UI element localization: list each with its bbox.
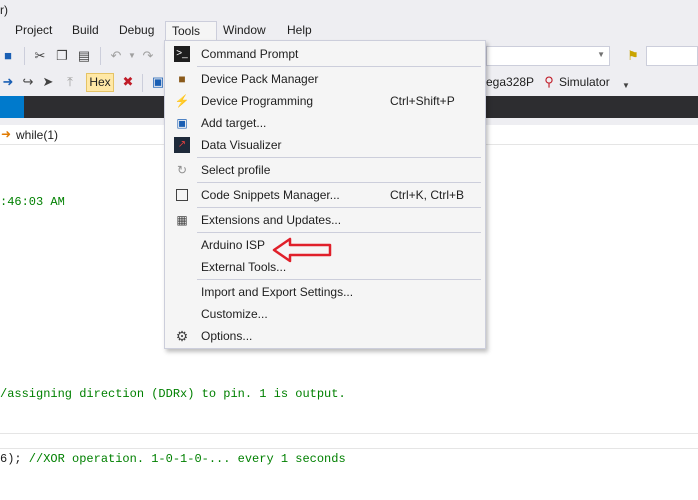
menu-separator [197,207,481,208]
breadcrumb[interactable]: while(1) [16,128,58,142]
hex-label: Hex [89,75,111,89]
toolbar-overflow-icon[interactable]: ▼ [618,78,634,94]
menu-item-shortcut: Ctrl+Shift+P [390,94,455,108]
pointer-icon[interactable]: ➤ [40,74,56,90]
undo-dropdown-icon[interactable]: ▼ [124,48,140,64]
menu-item-label: Select profile [201,163,271,177]
chevron-down-icon: ▼ [597,50,605,59]
line-divider [0,433,698,434]
step-icon[interactable]: ➜ [0,74,16,90]
tools-menu: >_ Command Prompt ■ Device Pack Manager … [164,40,486,349]
toolbar-separator [100,47,101,65]
menu-build[interactable]: Build [72,23,99,37]
menu-item-add-target[interactable]: ▣ Add target... [166,112,484,134]
debugger-label[interactable]: Simulator [559,75,610,89]
find-in-files-icon[interactable]: ⚑ [625,48,641,64]
checkbox-icon [174,187,190,203]
menu-item-device-programming[interactable]: ⚡ Device Programming Ctrl+Shift+P [166,90,484,112]
menu-separator [197,232,481,233]
undo-icon[interactable]: ↶ [108,48,124,64]
save-all-icon[interactable]: ■ [0,48,16,64]
menu-item-extensions-and-updates[interactable]: ▦ Extensions and Updates... [166,209,484,231]
menu-tools[interactable]: Tools [165,21,217,40]
redo-icon[interactable]: ↷ [140,48,156,64]
menu-separator [197,279,481,280]
package-icon: ■ [178,72,186,86]
toolbar-separator [24,47,25,65]
menu-item-label: Add target... [201,116,267,130]
menu-item-options[interactable]: ⚙ Options... [166,325,484,347]
menu-item-command-prompt[interactable]: >_ Command Prompt [166,43,484,65]
visualizer-icon: ↗ [174,137,190,153]
menu-item-label: Options... [201,329,253,343]
command-prompt-icon: >_ [174,46,190,62]
menu-separator [197,66,481,67]
search-input[interactable] [646,46,698,66]
extensions-icon: ▦ [176,213,188,227]
menu-item-select-profile[interactable]: ↻ Select profile [166,159,484,181]
menu-window[interactable]: Window [223,23,266,37]
tool-icon: ⚲ [544,74,554,89]
cut-icon[interactable]: ✂ [32,48,48,64]
menu-separator [197,182,481,183]
add-target-icon: ▣ [176,116,188,130]
hex-toggle-button[interactable]: Hex [86,73,114,92]
menu-item-label: Device Programming [201,94,314,108]
menu-debug[interactable]: Debug [119,23,154,37]
step-out-icon[interactable]: ⤒ [62,74,78,90]
gear-icon: ⚙ [175,328,189,344]
active-document-tab[interactable] [0,96,24,118]
code-comment: //XOR operation. 1-0-1-0-... every 1 sec… [21,452,346,466]
menu-item-label: Customize... [201,307,268,321]
menu-item-label: Data Visualizer [201,138,282,152]
annotation-arrow-icon [272,237,332,263]
paste-icon[interactable]: ▤ [76,48,92,64]
menu-item-code-snippets-manager[interactable]: Code Snippets Manager... Ctrl+K, Ctrl+B [166,184,484,206]
title-bar: r) [0,0,698,20]
menu-help[interactable]: Help [287,23,312,37]
menu-project[interactable]: Project [15,23,52,37]
code-line: :46:03 AM [0,195,65,209]
copy-icon[interactable]: ❐ [54,48,70,64]
menu-item-label: Command Prompt [201,47,299,61]
menu-item-label: Code Snippets Manager... [201,188,340,202]
device-label[interactable]: ega328P [486,75,534,89]
window-title: r) [0,3,8,17]
code-line: 6); //XOR operation. 1-0-1-0-... every 1… [0,452,346,466]
disable-breakpoints-icon[interactable]: ✖ [120,74,136,90]
menu-item-import-export-settings[interactable]: Import and Export Settings... [166,281,484,303]
menu-separator [197,157,481,158]
menu-item-label: Device Pack Manager [201,72,319,86]
programming-icon: ⚡ [174,94,190,108]
menu-item-label: Import and Export Settings... [201,285,354,299]
find-combo[interactable]: ▼ [486,46,610,66]
member-arrow-icon: ➜ [1,127,12,141]
code-line: /assigning direction (DDRx) to pin. 1 is… [0,387,346,401]
menu-item-shortcut: Ctrl+K, Ctrl+B [390,188,465,202]
menu-item-data-visualizer[interactable]: ↗ Data Visualizer [166,134,484,156]
menu-item-device-pack-manager[interactable]: ■ Device Pack Manager [166,68,484,90]
step-over-icon[interactable]: ↪ [20,74,36,90]
menu-bar: Project Build Debug Tools Window Help [0,20,698,42]
code-text: 6); [0,452,22,466]
line-divider [0,448,698,449]
menu-item-customize[interactable]: Customize... [166,303,484,325]
toolbar-separator [142,74,143,92]
menu-item-label: Arduino ISP [201,238,266,252]
menu-item-label: Extensions and Updates... [201,213,342,227]
profile-icon: ↻ [176,163,188,177]
